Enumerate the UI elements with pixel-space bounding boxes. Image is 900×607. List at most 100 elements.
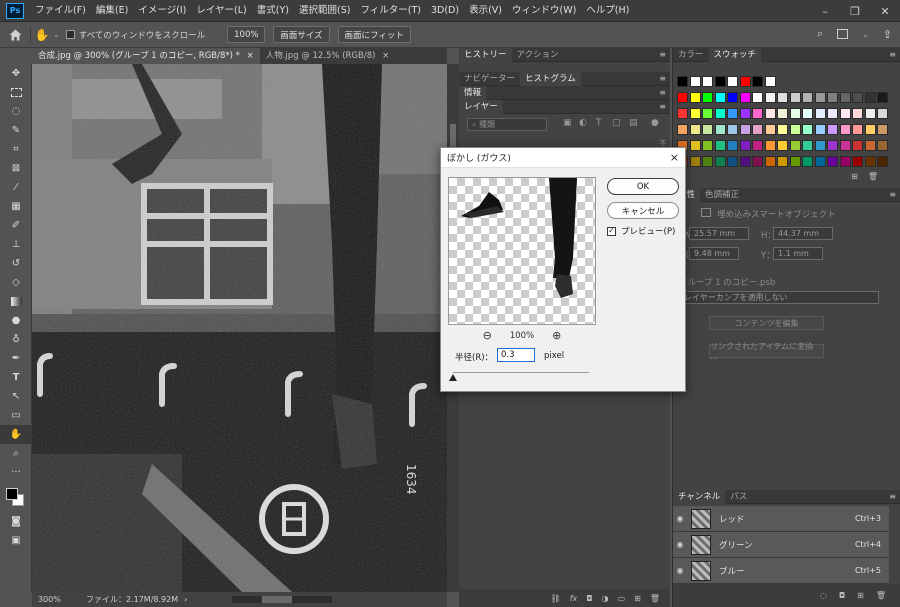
tab-swatches[interactable]: スウォッチ <box>708 47 762 62</box>
color-swatch[interactable] <box>864 140 876 151</box>
layer-comp-select[interactable]: レイヤーカンプを適用しない <box>679 291 879 304</box>
tab-history[interactable]: ヒストリー <box>459 47 512 62</box>
color-swatch[interactable] <box>764 140 776 151</box>
color-swatch[interactable] <box>839 108 851 119</box>
color-swatch[interactable] <box>789 124 801 135</box>
layer-kind-filter[interactable]: ⌕ 種類 <box>467 118 547 131</box>
color-swatch[interactable] <box>739 140 751 151</box>
color-swatch[interactable] <box>764 156 776 167</box>
panel-menu-icon[interactable]: ≡ <box>659 74 666 83</box>
menu-file[interactable]: ファイル(F) <box>30 0 91 22</box>
color-swatch[interactable] <box>677 92 688 103</box>
panel-menu-icon[interactable]: ≡ <box>889 50 896 59</box>
foreground-color[interactable] <box>6 488 18 500</box>
tab-layers[interactable]: レイヤー <box>459 99 503 114</box>
tab-person-doc[interactable]: 人物.jpg @ 12.5% (RGB/8) × <box>260 48 396 64</box>
color-swatch[interactable] <box>814 140 826 151</box>
color-swatch[interactable] <box>714 140 726 151</box>
preview-checkbox-box[interactable]: ✓ <box>607 226 616 236</box>
color-swatch[interactable] <box>689 108 701 119</box>
color-swatch[interactable] <box>802 140 813 151</box>
eraser-tool-icon[interactable]: ◇ <box>0 273 32 292</box>
color-swatch[interactable] <box>839 92 851 103</box>
healing-brush-tool-icon[interactable]: ▦ <box>0 197 32 216</box>
y-field[interactable]: 1.1 mm <box>773 247 823 260</box>
channel-row-blue[interactable]: ◉ ブルー Ctrl+5 <box>673 558 889 584</box>
new-channel-icon[interactable]: ⊞ <box>857 591 864 600</box>
add-mask-icon[interactable]: ◘ <box>586 594 592 603</box>
color-swatch[interactable] <box>852 124 863 135</box>
zoom-tool-icon[interactable]: ⌕ <box>0 444 32 463</box>
tab-histogram[interactable]: ヒストグラム <box>520 71 581 86</box>
menu-type[interactable]: 書式(Y) <box>252 0 294 22</box>
color-swatch[interactable] <box>789 92 801 103</box>
color-swatch[interactable] <box>752 108 763 119</box>
color-swatch[interactable] <box>702 140 713 151</box>
color-swatch[interactable] <box>777 92 788 103</box>
color-swatch[interactable] <box>752 124 763 135</box>
radius-slider-track[interactable] <box>453 372 589 373</box>
menu-layer[interactable]: レイヤー(L) <box>191 0 251 22</box>
fill-screen-button[interactable]: 画面にフィット <box>337 26 411 43</box>
tab-info[interactable]: 情報 <box>459 85 487 100</box>
minimize-icon[interactable]: – <box>810 0 840 22</box>
convert-to-linked-button[interactable]: リンクされたアイテムに変換 ... <box>709 342 824 361</box>
color-swatch[interactable] <box>777 124 788 135</box>
color-swatch[interactable] <box>802 108 813 119</box>
color-swatch[interactable] <box>677 108 688 119</box>
color-swatch[interactable] <box>764 108 776 119</box>
color-swatch[interactable] <box>752 156 763 167</box>
ok-button[interactable]: OK <box>607 178 679 195</box>
visibility-eye-icon[interactable]: ◉ <box>673 514 687 523</box>
group-icon[interactable]: ▭ <box>618 594 626 603</box>
move-tool-icon[interactable]: ✥ <box>0 64 32 83</box>
color-swatch[interactable] <box>714 108 726 119</box>
delete-channel-icon[interactable]: 🗑 <box>876 591 886 600</box>
marquee-tool-icon[interactable] <box>0 83 32 102</box>
color-swatch[interactable] <box>789 108 801 119</box>
color-swatch[interactable] <box>702 124 713 135</box>
color-swatch[interactable] <box>839 124 851 135</box>
color-swatch[interactable] <box>727 140 738 151</box>
color-swatch[interactable] <box>714 76 726 87</box>
screen-mode-icon[interactable]: ▣ <box>0 531 32 550</box>
color-swatch[interactable] <box>752 76 763 87</box>
new-layer-icon[interactable]: ⊞ <box>634 594 641 603</box>
more-tools-icon[interactable]: ··· <box>0 463 32 482</box>
color-swatch[interactable] <box>814 156 826 167</box>
color-swatch[interactable] <box>702 108 713 119</box>
color-swatch[interactable] <box>814 92 826 103</box>
color-swatch[interactable] <box>777 156 788 167</box>
gradient-tool-icon[interactable] <box>0 292 32 311</box>
share-icon[interactable]: ⇪ <box>883 28 892 41</box>
path-select-tool-icon[interactable]: ↖ <box>0 387 32 406</box>
adjustment-layer-icon[interactable]: ◑ <box>602 594 609 603</box>
menu-filter[interactable]: フィルター(T) <box>355 0 426 22</box>
fx-icon[interactable]: fx <box>570 594 578 603</box>
channel-row-green[interactable]: ◉ グリーン Ctrl+4 <box>673 532 889 558</box>
color-swatch[interactable] <box>814 108 826 119</box>
tab-color[interactable]: カラー <box>673 48 709 62</box>
hand-tool-icon[interactable]: ✋ <box>31 28 53 42</box>
color-swatch[interactable] <box>852 140 863 151</box>
close-tab-icon[interactable]: × <box>382 51 389 61</box>
color-swatch[interactable] <box>752 92 763 103</box>
tab-channels[interactable]: チャンネル <box>673 489 726 504</box>
maximize-icon[interactable]: ❐ <box>840 0 870 22</box>
home-icon[interactable] <box>0 29 30 41</box>
color-swatch[interactable] <box>877 124 888 135</box>
color-swatch[interactable] <box>727 124 738 135</box>
color-swatch[interactable] <box>702 76 713 87</box>
menu-help[interactable]: ヘルプ(H) <box>581 0 634 22</box>
color-swatch[interactable] <box>689 140 701 151</box>
color-swatch[interactable] <box>727 156 738 167</box>
blur-tool-icon[interactable]: ● <box>0 311 32 330</box>
load-selection-icon[interactable]: ◌ <box>820 591 827 600</box>
close-window-icon[interactable]: ✕ <box>870 0 900 22</box>
color-swatch[interactable] <box>852 108 863 119</box>
filter-pixel-icon[interactable]: ▣ <box>563 118 572 128</box>
filter-shape-icon[interactable]: ▢ <box>612 118 621 128</box>
frame-tool-icon[interactable]: ⊠ <box>0 159 32 178</box>
color-swatch[interactable] <box>702 92 713 103</box>
color-swatch[interactable] <box>877 92 888 103</box>
